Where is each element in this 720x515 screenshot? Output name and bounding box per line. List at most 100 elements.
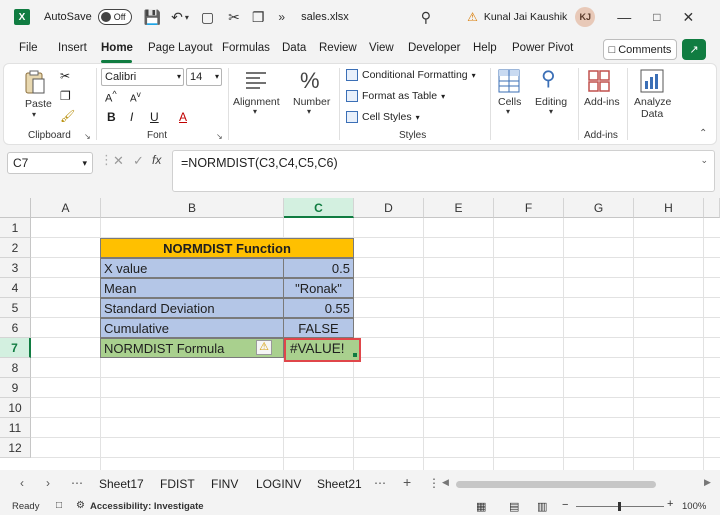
sheet-tab-fdist[interactable]: FDIST xyxy=(160,477,195,491)
column-header-h[interactable]: H xyxy=(634,198,704,218)
paste-label[interactable]: Paste xyxy=(25,98,52,110)
menu-help[interactable]: Help xyxy=(473,42,497,54)
shrink-font-icon[interactable]: Av xyxy=(130,89,141,104)
label-cell-std-dev[interactable]: Standard Deviation xyxy=(100,298,284,318)
copy-icon[interactable]: ❐ xyxy=(252,9,265,26)
menu-power-pivot[interactable]: Power Pivot xyxy=(512,42,573,54)
alignment-icon[interactable] xyxy=(244,70,268,92)
label-cell-mean[interactable]: Mean xyxy=(100,278,284,298)
column-header-f[interactable]: F xyxy=(494,198,564,218)
table-title-cell[interactable]: NORMDIST Function xyxy=(100,238,354,258)
paste-icon[interactable] xyxy=(24,70,46,96)
collapse-ribbon-icon[interactable]: ⌃ xyxy=(699,128,707,139)
accessibility-status[interactable]: Accessibility: Investigate xyxy=(90,501,204,512)
zoom-slider-thumb[interactable] xyxy=(618,502,621,511)
more-tabs-icon[interactable]: ⋯ xyxy=(374,476,386,490)
sheet-tab-finv[interactable]: FINV xyxy=(211,477,238,491)
share-button[interactable]: ↗ xyxy=(682,39,706,60)
maximize-icon[interactable]: □ xyxy=(653,10,660,24)
font-color-icon[interactable]: A xyxy=(179,110,187,124)
format-as-table-button[interactable]: Format as Table ▾ xyxy=(346,90,445,102)
sheet-tab-sheet21[interactable]: Sheet21 xyxy=(317,477,362,491)
value-cell-mean[interactable]: "Ronak" xyxy=(283,278,354,298)
prev-sheet-icon[interactable]: ‹ xyxy=(20,476,24,490)
font-name-combo[interactable]: Calibri ▾ xyxy=(101,68,184,86)
percent-icon[interactable]: % xyxy=(300,68,320,94)
cell-styles-button[interactable]: Cell Styles ▾ xyxy=(346,111,420,123)
column-header-b[interactable]: B xyxy=(101,198,284,218)
tabs-menu-icon[interactable]: ⋮ xyxy=(428,476,440,490)
close-icon[interactable]: ✕ xyxy=(683,9,695,26)
font-size-combo[interactable]: 14 ▾ xyxy=(186,68,222,86)
column-header-g[interactable]: G xyxy=(564,198,634,218)
bold-icon[interactable]: B xyxy=(107,110,116,124)
horizontal-scrollbar[interactable]: ◀ ▶ xyxy=(442,477,717,490)
error-warning-button[interactable]: ⚠ xyxy=(256,340,272,355)
search-icon[interactable]: ⚲ xyxy=(421,9,431,26)
autosave-toggle[interactable]: Off xyxy=(97,9,132,25)
row-header-4[interactable]: 4 xyxy=(0,278,31,298)
menu-home[interactable]: Home xyxy=(101,42,133,54)
user-avatar[interactable]: KJ xyxy=(575,7,596,27)
copy-icon[interactable]: ❐ xyxy=(60,89,71,103)
menu-review[interactable]: Review xyxy=(319,42,357,54)
cut-icon[interactable]: ✂ xyxy=(228,9,240,26)
scroll-left-icon[interactable]: ◀ xyxy=(442,477,449,488)
macro-record-icon[interactable]: □ xyxy=(56,500,62,511)
chevron-down-icon[interactable]: ▾ xyxy=(253,107,257,116)
new-file-icon[interactable]: ▢ xyxy=(201,9,214,26)
column-header-c[interactable]: C xyxy=(284,198,354,218)
row-header-5[interactable]: 5 xyxy=(0,298,31,318)
undo-icon[interactable]: ↶ xyxy=(171,9,183,26)
label-cell-x-value[interactable]: X value xyxy=(100,258,284,278)
more-icon[interactable]: ⋮ xyxy=(100,152,113,168)
paste-dropdown-icon[interactable]: ▾ xyxy=(32,110,36,119)
fill-handle[interactable] xyxy=(353,353,357,357)
row-header-1[interactable]: 1 xyxy=(0,218,31,238)
analyze-label-line1[interactable]: Analyze xyxy=(634,96,671,108)
name-box[interactable]: C7 ▾ xyxy=(7,152,93,174)
cut-icon[interactable]: ✂ xyxy=(60,69,70,83)
sheet-tab-sheet17[interactable]: Sheet17 xyxy=(99,477,144,491)
chevron-down-icon[interactable]: ▾ xyxy=(307,107,311,116)
zoom-out-icon[interactable]: − xyxy=(562,499,568,511)
menu-view[interactable]: View xyxy=(369,42,394,54)
analyze-label-line2[interactable]: Data xyxy=(641,108,663,120)
more-sheets-icon[interactable]: ⋯ xyxy=(71,476,83,490)
row-header-3[interactable]: 3 xyxy=(0,258,31,278)
menu-page-layout[interactable]: Page Layout xyxy=(148,42,213,54)
zoom-level[interactable]: 100% xyxy=(682,501,706,512)
sheet-tab-loginv[interactable]: LOGINV xyxy=(256,477,301,491)
select-all-corner[interactable] xyxy=(0,198,31,218)
row-header-2[interactable]: 2 xyxy=(0,238,31,258)
add-ins-label[interactable]: Add-ins xyxy=(584,96,620,108)
zoom-in-icon[interactable]: + xyxy=(667,498,673,510)
italic-icon[interactable]: I xyxy=(130,110,133,124)
page-layout-view-icon[interactable]: ▤ xyxy=(509,500,519,513)
column-header-e[interactable]: E xyxy=(424,198,494,218)
value-cell-x-value[interactable]: 0.5 xyxy=(283,258,354,278)
chevron-down-icon[interactable]: ▾ xyxy=(549,107,553,116)
grow-font-icon[interactable]: A^ xyxy=(105,89,117,105)
formula-input[interactable]: =NORMDIST(C3,C4,C5,C6) ⌄ xyxy=(172,150,715,192)
enter-icon[interactable]: ✓ xyxy=(133,153,144,169)
underline-icon[interactable]: U xyxy=(150,110,159,124)
row-header-10[interactable]: 10 xyxy=(0,398,31,418)
row-header-11[interactable]: 11 xyxy=(0,418,31,438)
menu-developer[interactable]: Developer xyxy=(408,42,460,54)
chevron-down-icon[interactable]: ▾ xyxy=(506,107,510,116)
column-header-d[interactable]: D xyxy=(354,198,424,218)
value-cell-cumulative[interactable]: FALSE xyxy=(283,318,354,338)
cancel-icon[interactable]: ✕ xyxy=(113,153,124,169)
row-header-12[interactable]: 12 xyxy=(0,438,31,458)
number-label[interactable]: Number xyxy=(293,96,330,108)
menu-file[interactable]: File xyxy=(19,42,38,54)
normal-view-icon[interactable]: ▦ xyxy=(476,500,486,513)
add-ins-icon[interactable] xyxy=(588,69,610,93)
format-painter-icon[interactable]: 🖌 xyxy=(60,109,75,123)
row-header-9[interactable]: 9 xyxy=(0,378,31,398)
comments-button[interactable]: □ Comments xyxy=(603,39,677,60)
next-sheet-icon[interactable]: › xyxy=(46,476,50,490)
column-header-a[interactable]: A xyxy=(31,198,101,218)
undo-dropdown-icon[interactable]: ▾ xyxy=(185,13,189,22)
